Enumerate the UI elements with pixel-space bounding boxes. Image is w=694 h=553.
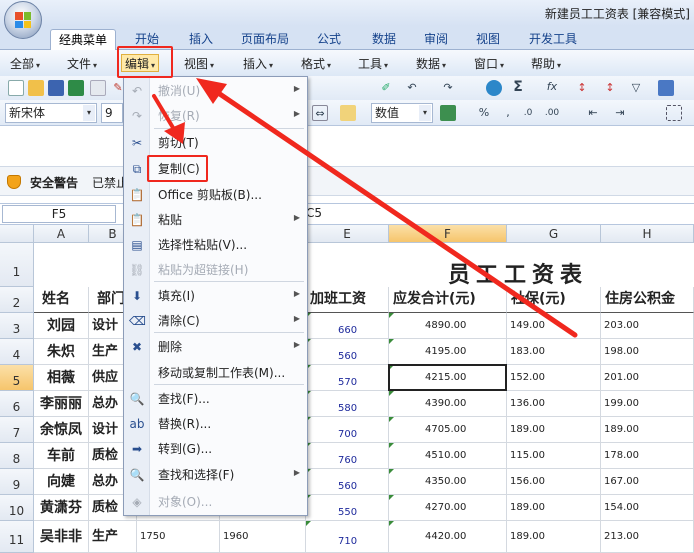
annotation-highlight-edit-menu <box>117 46 173 78</box>
annotation-highlight-copy-item <box>147 155 208 182</box>
annotation-arrow-to-copy-item <box>152 94 185 144</box>
annotation-arrow-to-edit-menu <box>196 78 578 338</box>
annotation-arrows <box>152 78 578 338</box>
